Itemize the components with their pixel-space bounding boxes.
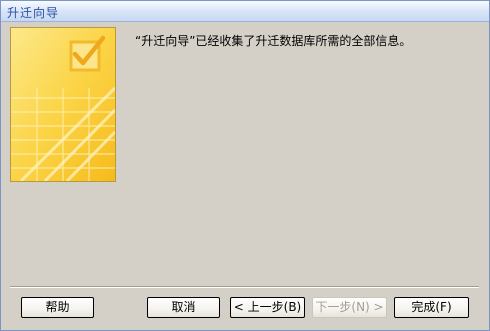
next-button[interactable]: 下一步(N) > <box>312 297 387 318</box>
back-button[interactable]: < 上一步(B) <box>230 297 305 318</box>
cancel-button[interactable]: 取消 <box>147 297 220 318</box>
button-separator <box>10 286 479 288</box>
help-button[interactable]: 帮助 <box>21 297 94 318</box>
wizard-illustration <box>10 27 116 182</box>
wizard-message: “升迁向导”已经收集了升迁数据库所需的全部信息。 <box>135 34 412 48</box>
window-title: 升迁向导 <box>7 6 60 20</box>
title-bar[interactable]: 升迁向导 <box>1 1 489 22</box>
finish-button[interactable]: 完成(F) <box>394 297 469 318</box>
checklist-icon <box>11 28 115 181</box>
upsizing-wizard-dialog: 升迁向导 “升迁向导”已经收集了升迁数据库所需的全部信息。 帮助 取消 < 上一… <box>0 0 490 331</box>
